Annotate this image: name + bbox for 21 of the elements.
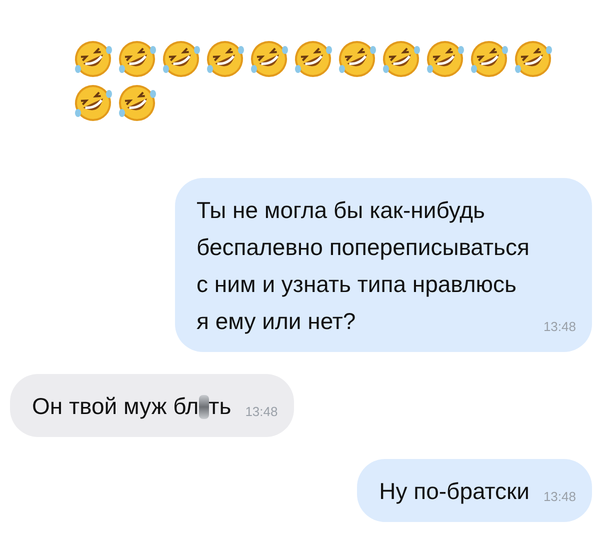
laughing-emoji-icon — [337, 39, 377, 79]
message-time: 13:48 — [245, 404, 278, 419]
message-text: ть — [208, 392, 232, 421]
laughing-emoji-icon — [513, 39, 553, 79]
message-time: 13:48 — [543, 319, 576, 334]
laughing-emoji-icon — [117, 39, 157, 79]
laughing-emoji-icon — [73, 39, 113, 79]
censor-blur — [198, 394, 209, 418]
laughing-emoji-icon — [293, 39, 333, 79]
laughing-emoji-icon — [249, 39, 289, 79]
laughing-emoji-icon — [205, 39, 245, 79]
message-text: Он твой муж бл — [32, 392, 199, 421]
laughing-emoji-icon — [469, 39, 509, 79]
message-time: 13:48 — [543, 489, 576, 504]
message-text: Ты не могла бы как-нибудь беспалевно попереписываться с ним и узнать типа нравлюсь я ему или нет? — [196, 196, 530, 336]
laughing-emoji-icon — [73, 83, 113, 123]
laughing-emoji-icon — [117, 83, 157, 123]
laughing-emoji-icon — [425, 39, 465, 79]
laughing-emoji-icon — [161, 39, 201, 79]
message-text: Ну по-братски — [379, 477, 530, 506]
laughing-emoji-icon — [381, 39, 421, 79]
